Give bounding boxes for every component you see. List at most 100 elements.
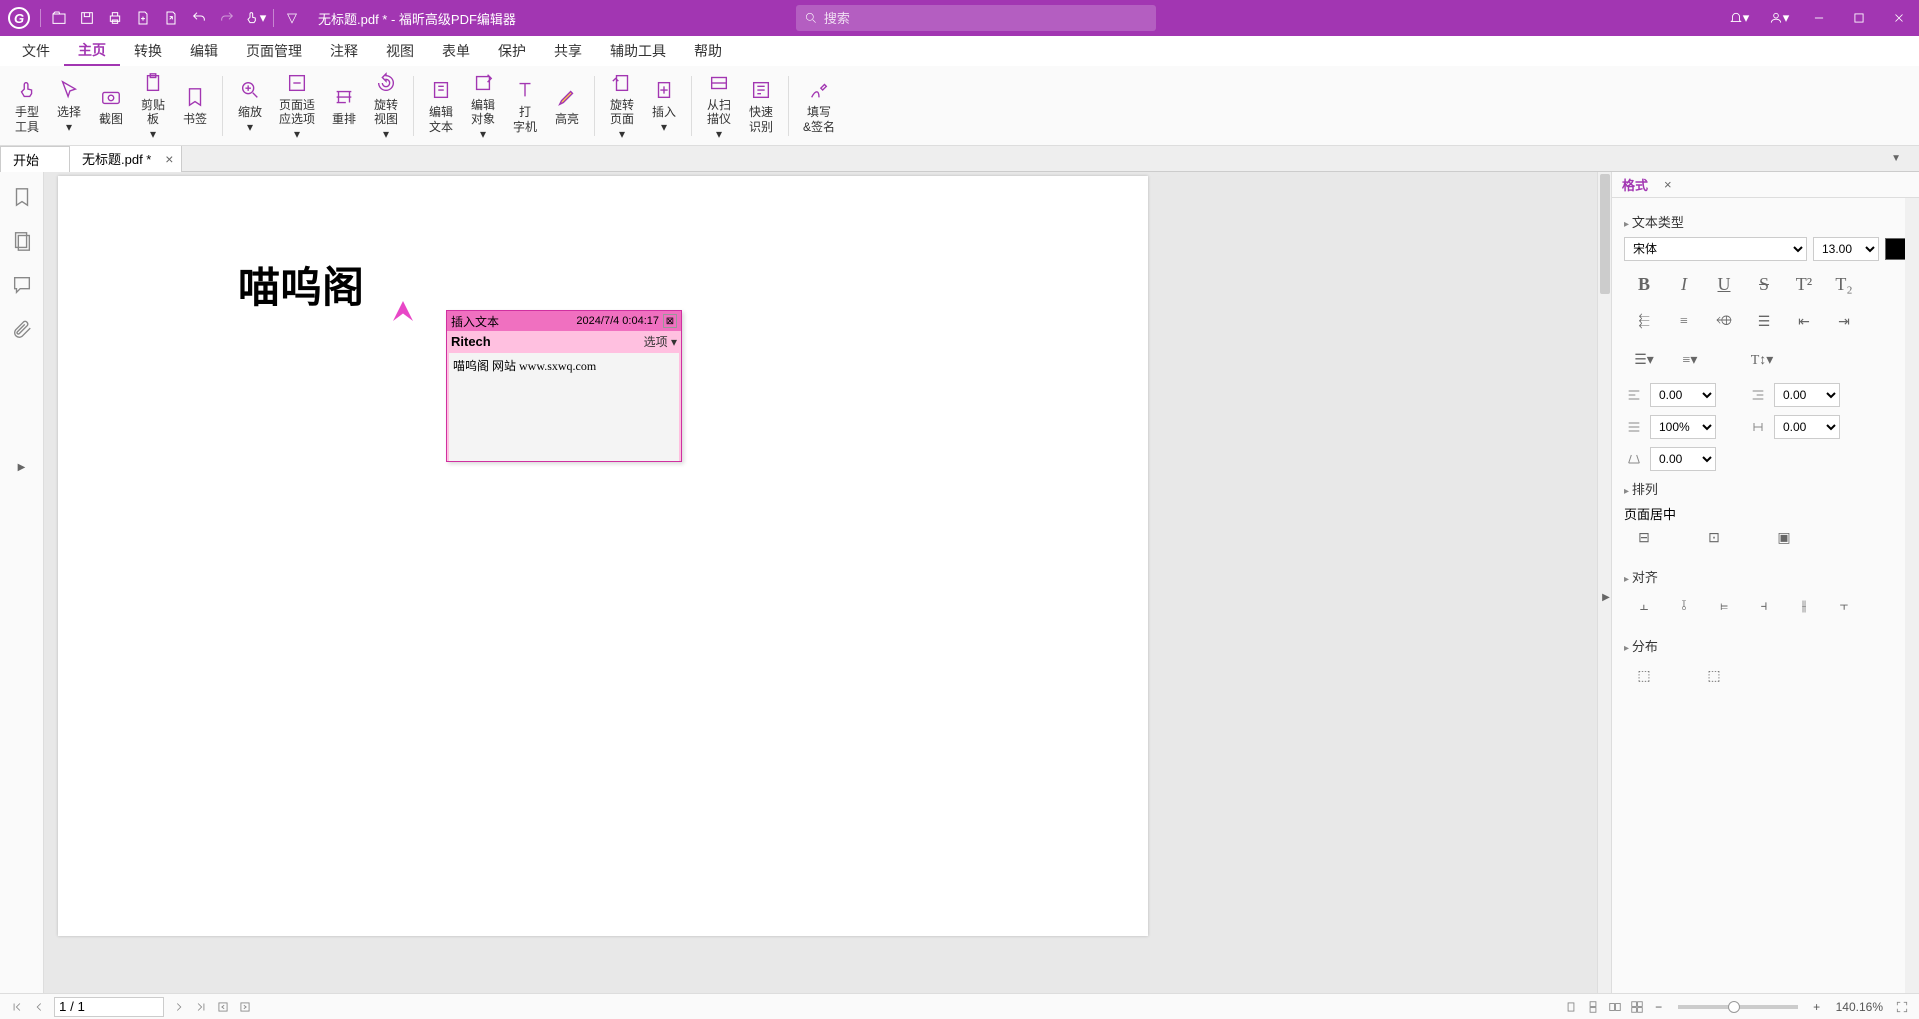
align-indent-l-icon[interactable]: ⇤: [1784, 307, 1824, 337]
font-family-select[interactable]: 宋体: [1624, 237, 1807, 261]
document-viewport[interactable]: 喵呜阁 插入文本 2024/7/4 0:04:17 ⊠ Ritech 选项 ▾ …: [44, 172, 1611, 993]
format-close-icon[interactable]: ×: [1664, 177, 1672, 192]
doc-exp-icon[interactable]: [157, 4, 185, 32]
minimize-button[interactable]: [1799, 0, 1839, 36]
redo-icon[interactable]: [213, 4, 241, 32]
insert-caret-icon[interactable]: [388, 296, 418, 326]
ribbon-camera[interactable]: 截图: [90, 82, 132, 128]
page-input[interactable]: [54, 997, 164, 1017]
font-color-swatch[interactable]: [1885, 238, 1907, 260]
format-italic[interactable]: I: [1664, 269, 1704, 299]
view-single-icon[interactable]: [1560, 996, 1582, 1018]
zoom-in-icon[interactable]: +: [1806, 996, 1828, 1018]
align-right-icon[interactable]: ⬲: [1704, 307, 1744, 337]
menu-文件[interactable]: 文件: [8, 37, 64, 65]
ribbon-fit[interactable]: 页面适 应选项 ▾: [271, 68, 323, 143]
zoom-out-icon[interactable]: −: [1648, 996, 1670, 1018]
print-icon[interactable]: [101, 4, 129, 32]
text-direction-icon[interactable]: T↕▾: [1742, 345, 1782, 375]
ribbon-hand[interactable]: 手型 工具: [6, 75, 48, 136]
menu-注释[interactable]: 注释: [316, 37, 372, 65]
quick-access-dd-icon[interactable]: ▽: [278, 4, 306, 32]
touch-icon[interactable]: ▾: [241, 4, 269, 32]
ribbon-clipboard[interactable]: 剪贴 板 ▾: [132, 68, 174, 143]
annotation-body[interactable]: 喵呜阁 网站 www.sxwq.com: [449, 353, 679, 461]
ribbon-edit-text[interactable]: 编辑 文本: [420, 75, 462, 136]
scale-select[interactable]: 0.00: [1650, 447, 1716, 471]
center-v-icon[interactable]: ⊡: [1694, 523, 1734, 553]
attach-panel-icon[interactable]: [11, 318, 33, 340]
ribbon-highlight[interactable]: 高亮: [546, 82, 588, 128]
panel-scrollbar[interactable]: [1905, 198, 1919, 993]
undo-icon[interactable]: [185, 4, 213, 32]
align-bottom-icon[interactable]: ⫟: [1824, 592, 1864, 622]
document-text[interactable]: 喵呜阁: [238, 254, 364, 315]
center-both-icon[interactable]: ▣: [1764, 523, 1804, 553]
menu-表单[interactable]: 表单: [428, 37, 484, 65]
ribbon-edit-obj[interactable]: 编辑 对象 ▾: [462, 68, 504, 143]
nav-fwd-icon[interactable]: [234, 996, 256, 1018]
align-right-icon[interactable]: ⫢: [1704, 592, 1744, 622]
align-center-h-icon[interactable]: ⫱: [1664, 592, 1704, 622]
spacing-after-select[interactable]: 0.00: [1774, 383, 1840, 407]
format-underline[interactable]: U: [1704, 269, 1744, 299]
ribbon-rotate[interactable]: 旋转 视图 ▾: [365, 68, 407, 143]
ribbon-type[interactable]: 打 字机: [504, 75, 546, 136]
menu-视图[interactable]: 视图: [372, 37, 428, 65]
menu-编辑[interactable]: 编辑: [176, 37, 232, 65]
ribbon-insert[interactable]: 插入 ▾: [643, 75, 685, 136]
align-justify-icon[interactable]: ☰: [1744, 307, 1784, 337]
align-top-icon[interactable]: ⫞: [1744, 592, 1784, 622]
font-size-select[interactable]: 13.00: [1813, 237, 1879, 261]
tab-start[interactable]: 开始: [0, 146, 70, 172]
close-button[interactable]: [1879, 0, 1919, 36]
last-page-icon[interactable]: [190, 996, 212, 1018]
annotation-header[interactable]: 插入文本 2024/7/4 0:04:17 ⊠: [447, 311, 681, 331]
annotation-close-icon[interactable]: ⊠: [663, 314, 677, 328]
tab-document[interactable]: 无标题.pdf * ×: [70, 146, 182, 172]
next-page-icon[interactable]: [168, 996, 190, 1018]
align-middle-icon[interactable]: ⫲: [1784, 592, 1824, 622]
menu-辅助工具[interactable]: 辅助工具: [596, 37, 680, 65]
zoom-slider[interactable]: [1678, 1005, 1798, 1009]
align-left-icon[interactable]: ⬱: [1624, 307, 1664, 337]
distribute-h-icon[interactable]: ⬚: [1624, 661, 1664, 691]
save-icon[interactable]: [73, 4, 101, 32]
menu-保护[interactable]: 保护: [484, 37, 540, 65]
search-box[interactable]: [796, 5, 1156, 31]
number-list-icon[interactable]: ≡▾: [1670, 345, 1710, 375]
menu-转换[interactable]: 转换: [120, 37, 176, 65]
format-sub[interactable]: T₂: [1824, 269, 1864, 299]
menu-帮助[interactable]: 帮助: [680, 37, 736, 65]
nav-back-icon[interactable]: [212, 996, 234, 1018]
ribbon-rotate-page[interactable]: 旋转 页面 ▾: [601, 68, 643, 143]
menu-共享[interactable]: 共享: [540, 37, 596, 65]
line-spacing-select[interactable]: 100%: [1650, 415, 1716, 439]
doc-add-icon[interactable]: [129, 4, 157, 32]
ribbon-zoom[interactable]: 缩放 ▾: [229, 75, 271, 136]
center-h-icon[interactable]: ⊟: [1624, 523, 1664, 553]
ribbon-reflow[interactable]: 重排: [323, 82, 365, 128]
pages-panel-icon[interactable]: [11, 230, 33, 252]
align-left-icon[interactable]: ⫠: [1624, 592, 1664, 622]
format-strike[interactable]: S: [1744, 269, 1784, 299]
tab-close-icon[interactable]: ×: [165, 151, 173, 167]
format-bold[interactable]: B: [1624, 269, 1664, 299]
first-page-icon[interactable]: [6, 996, 28, 1018]
ribbon-cursor[interactable]: 选择 ▾: [48, 75, 90, 136]
bullet-list-icon[interactable]: ☰▾: [1624, 345, 1664, 375]
notification-icon[interactable]: ▾: [1719, 0, 1759, 36]
view-cont-icon[interactable]: [1582, 996, 1604, 1018]
tabs-dropdown-icon[interactable]: ▼: [1891, 153, 1901, 164]
ribbon-ocr[interactable]: 快速 识别: [740, 75, 782, 136]
bookmark-panel-icon[interactable]: [11, 186, 33, 208]
ribbon-bookmark[interactable]: 书签: [174, 82, 216, 128]
menu-页面管理[interactable]: 页面管理: [232, 37, 316, 65]
menu-主页[interactable]: 主页: [64, 36, 120, 66]
distribute-v-icon[interactable]: ⬚: [1694, 661, 1734, 691]
view-cont-facing-icon[interactable]: [1626, 996, 1648, 1018]
format-tab[interactable]: 格式: [1622, 175, 1648, 194]
spacing-before-select[interactable]: 0.00: [1650, 383, 1716, 407]
prev-page-icon[interactable]: [28, 996, 50, 1018]
fullscreen-icon[interactable]: [1891, 996, 1913, 1018]
